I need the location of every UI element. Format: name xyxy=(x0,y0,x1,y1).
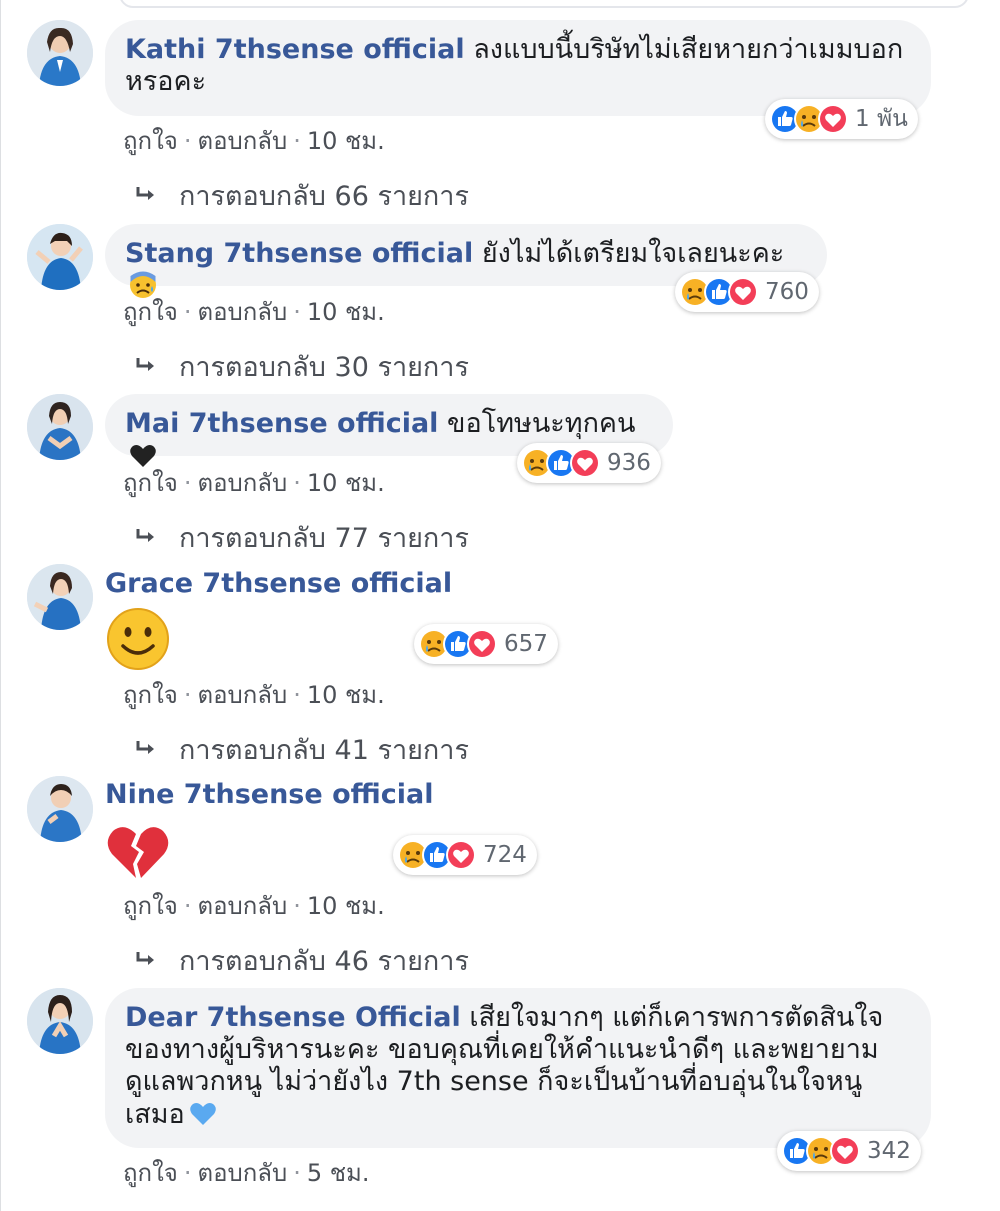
reaction-count: 760 xyxy=(765,279,809,305)
reply-link[interactable]: ตอบกลับ xyxy=(197,681,287,709)
reaction-count: 1 พัน xyxy=(855,106,908,132)
reply-arrow-icon xyxy=(135,186,157,204)
comment-time[interactable]: 10 ชม. xyxy=(307,681,385,709)
reaction-count: 936 xyxy=(607,450,651,476)
comment-actions: ถูกใจ · ตอบกลับ · 5 ชม. xyxy=(123,1153,369,1192)
comment-time[interactable]: 10 ชม. xyxy=(307,127,385,155)
replies-count: การตอบกลับ 30 รายการ xyxy=(179,352,469,383)
reply-link[interactable]: ตอบกลับ xyxy=(197,1159,287,1187)
separator: · xyxy=(183,892,192,920)
comment-author[interactable]: Grace 7thsense official xyxy=(105,568,452,599)
separator: · xyxy=(183,1159,192,1187)
avatar-stang[interactable] xyxy=(27,224,93,290)
separator: · xyxy=(293,681,301,709)
reply-link[interactable]: ตอบกลับ xyxy=(197,127,287,155)
comment-time[interactable]: 5 ชม. xyxy=(307,1159,370,1187)
like-link[interactable]: ถูกใจ xyxy=(123,892,178,920)
broken-heart-emoji xyxy=(105,818,171,884)
previous-comment-box xyxy=(119,0,969,8)
comment-bubble: Dear 7thsense Official เสียใจมากๆ แต่ก็เ… xyxy=(105,988,931,1148)
reply-arrow-icon xyxy=(135,740,157,758)
avatar-nine[interactable] xyxy=(27,776,93,842)
love-reaction-icon xyxy=(727,276,759,308)
separator: · xyxy=(183,127,192,155)
replies-count: การตอบกลับ 41 รายการ xyxy=(179,735,469,766)
smiling-face-emoji xyxy=(105,606,171,672)
replies-count: การตอบกลับ 77 รายการ xyxy=(179,523,469,554)
replies-count: การตอบกลับ 66 รายการ xyxy=(179,181,469,212)
reaction-summary[interactable]: 342 xyxy=(777,1131,921,1171)
love-reaction-icon xyxy=(829,1135,861,1167)
comment-time[interactable]: 10 ชม. xyxy=(307,298,385,326)
reaction-summary[interactable]: 936 xyxy=(517,443,661,483)
reaction-summary[interactable]: 760 xyxy=(675,272,819,312)
reaction-count: 657 xyxy=(504,631,548,657)
reaction-count: 724 xyxy=(483,842,527,868)
separator: · xyxy=(293,298,301,326)
view-replies-link[interactable]: การตอบกลับ 77 รายการ xyxy=(135,516,469,559)
love-reaction-icon xyxy=(466,628,498,660)
reply-arrow-icon xyxy=(135,951,157,969)
comment-author[interactable]: Dear 7thsense Official xyxy=(125,1002,461,1033)
separator: · xyxy=(183,469,192,497)
comment-actions: ถูกใจ · ตอบกลับ · 10 ชม. xyxy=(123,121,385,160)
reaction-summary[interactable]: 724 xyxy=(393,835,537,875)
avatar-kathi[interactable] xyxy=(27,20,93,86)
replies-count: การตอบกลับ 46 รายการ xyxy=(179,946,469,977)
reply-arrow-icon xyxy=(135,357,157,375)
love-reaction-icon xyxy=(445,839,477,871)
blue-heart-emoji xyxy=(188,1098,218,1128)
view-replies-link[interactable]: การตอบกลับ 66 รายการ xyxy=(135,174,469,217)
comment-actions: ถูกใจ · ตอบกลับ · 10 ชม. xyxy=(123,675,385,714)
comments-panel: Kathi 7thsense official ลงแบบนี้บริษัทไม… xyxy=(0,0,1000,1211)
comment-actions: ถูกใจ · ตอบกลับ · 10 ชม. xyxy=(123,463,385,502)
view-replies-link[interactable]: การตอบกลับ 41 รายการ xyxy=(135,728,469,771)
comment-text: ยังไม่ได้เตรียมใจเลยนะคะ xyxy=(481,238,785,269)
view-replies-link[interactable]: การตอบกลับ 30 รายการ xyxy=(135,345,469,388)
reply-link[interactable]: ตอบกลับ xyxy=(197,298,287,326)
avatar-mai[interactable] xyxy=(27,394,93,460)
reaction-summary[interactable]: 1 พัน xyxy=(765,99,918,139)
separator: · xyxy=(183,681,192,709)
like-link[interactable]: ถูกใจ xyxy=(123,298,178,326)
separator: · xyxy=(293,1159,301,1187)
comment-actions: ถูกใจ · ตอบกลับ · 10 ชม. xyxy=(123,292,385,331)
comment-author[interactable]: Stang 7thsense official xyxy=(125,238,473,269)
separator: · xyxy=(293,127,301,155)
view-replies-link[interactable]: การตอบกลับ 46 รายการ xyxy=(135,939,469,982)
like-link[interactable]: ถูกใจ xyxy=(123,469,178,497)
comment-time[interactable]: 10 ชม. xyxy=(307,892,385,920)
separator: · xyxy=(183,298,192,326)
comment-actions: ถูกใจ · ตอบกลับ · 10 ชม. xyxy=(123,886,385,925)
comment-time[interactable]: 10 ชม. xyxy=(307,469,385,497)
avatar-grace[interactable] xyxy=(27,564,93,630)
comment-header: Grace 7thsense official xyxy=(105,568,452,600)
reaction-summary[interactable]: 657 xyxy=(414,624,558,664)
comment-header: Nine 7thsense official xyxy=(105,779,433,811)
comment-author[interactable]: Mai 7thsense official xyxy=(125,408,438,439)
reply-link[interactable]: ตอบกลับ xyxy=(197,892,287,920)
reaction-count: 342 xyxy=(867,1138,911,1164)
love-reaction-icon xyxy=(817,103,849,135)
separator: · xyxy=(293,469,301,497)
comment-text: ขอโทษนะทุกคน xyxy=(447,408,636,439)
separator: · xyxy=(293,892,301,920)
reply-link[interactable]: ตอบกลับ xyxy=(197,469,287,497)
like-link[interactable]: ถูกใจ xyxy=(123,127,178,155)
comment-author[interactable]: Kathi 7thsense official xyxy=(125,34,465,65)
reply-arrow-icon xyxy=(135,528,157,546)
avatar-dear[interactable] xyxy=(27,988,93,1054)
love-reaction-icon xyxy=(569,447,601,479)
comment-author[interactable]: Nine 7thsense official xyxy=(105,779,433,810)
like-link[interactable]: ถูกใจ xyxy=(123,1159,178,1187)
like-link[interactable]: ถูกใจ xyxy=(123,681,178,709)
